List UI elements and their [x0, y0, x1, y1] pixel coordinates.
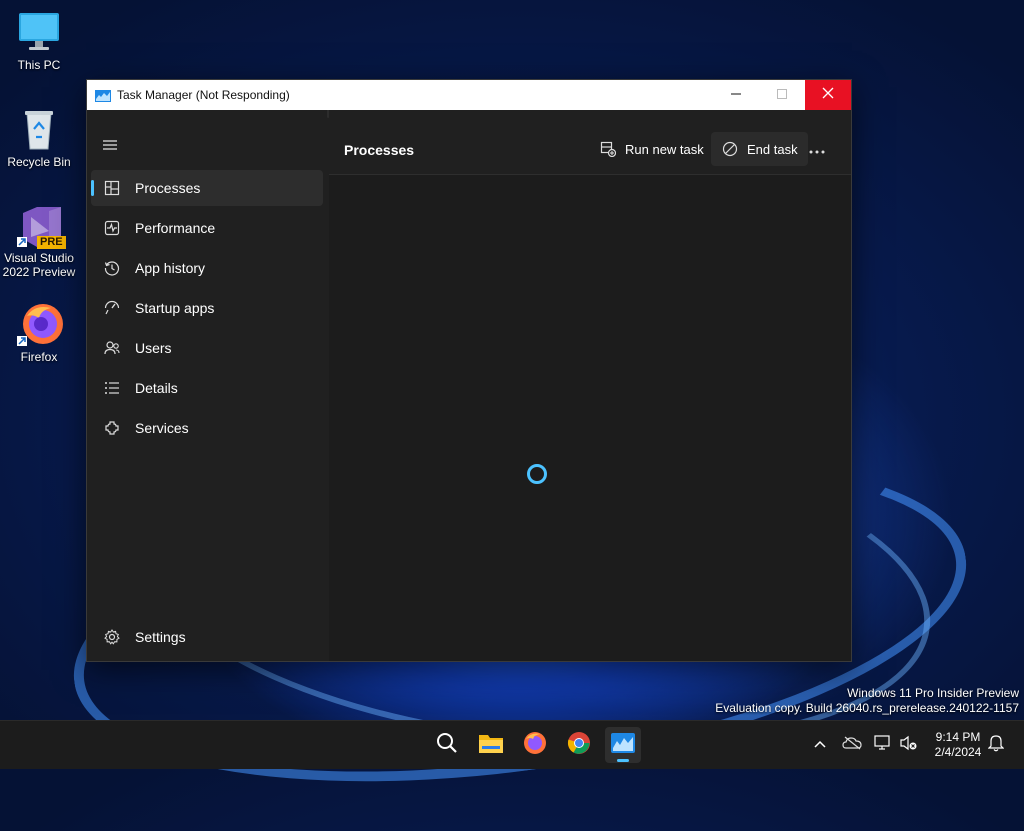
taskbar-firefox-button[interactable]	[517, 727, 553, 763]
loading-spinner-icon	[527, 464, 547, 484]
hamburger-menu-button[interactable]	[101, 138, 119, 152]
more-icon	[809, 142, 825, 157]
run-new-task-label: Run new task	[625, 141, 704, 157]
details-icon	[103, 379, 121, 397]
taskbar-task-manager-button[interactable]	[605, 727, 641, 763]
sidebar-item-performance[interactable]: Performance	[91, 210, 323, 246]
task-manager-window: Task Manager (Not Responding) Processes …	[86, 79, 852, 662]
command-bar: Processes Run new task End task	[329, 110, 851, 175]
sidebar-item-settings[interactable]: Settings	[91, 619, 323, 655]
search-icon	[435, 731, 459, 760]
sidebar-item-label: Users	[135, 340, 172, 356]
users-icon	[103, 339, 121, 357]
firefox-icon	[17, 302, 63, 346]
sidebar-item-services[interactable]: Services	[91, 410, 323, 446]
main-content: Processes Run new task End task	[329, 110, 851, 661]
minimize-icon	[731, 86, 741, 104]
more-options-button[interactable]	[803, 132, 831, 166]
volume-muted-icon	[900, 735, 918, 756]
sidebar-item-users[interactable]: Users	[91, 330, 323, 366]
recycle-bin-icon	[17, 107, 61, 151]
watermark-line: Evaluation copy. Build 26040.rs_prerelea…	[715, 701, 1019, 715]
onedrive-tray-button[interactable]	[842, 735, 862, 755]
window-title: Task Manager (Not Responding)	[117, 88, 290, 102]
maximize-button	[759, 80, 805, 110]
hamburger-icon	[103, 140, 117, 150]
sidebar-item-label: Startup apps	[135, 300, 215, 316]
desktop-icon-label: Firefox	[20, 350, 58, 364]
sidebar-item-label: Settings	[135, 629, 186, 645]
run-new-task-icon	[599, 140, 617, 158]
taskbar: 9:14 PM 2/4/2024	[0, 720, 1024, 769]
close-button[interactable]	[805, 80, 851, 110]
file-explorer-icon	[478, 732, 504, 759]
performance-icon	[103, 219, 121, 237]
sidebar-item-startup-apps[interactable]: Startup apps	[91, 290, 323, 326]
network-tray-button[interactable]	[873, 734, 893, 756]
close-icon	[822, 86, 834, 104]
onedrive-icon	[842, 736, 862, 755]
desktop-icon-label: Recycle Bin	[7, 155, 71, 169]
sidebar-item-label: Details	[135, 380, 178, 396]
end-task-label: End task	[747, 141, 798, 157]
taskbar-file-explorer-button[interactable]	[473, 727, 509, 763]
notification-icon	[987, 734, 1005, 757]
startup-apps-icon	[103, 299, 121, 317]
desktop-icon-label: This PC	[17, 58, 61, 72]
gear-icon	[103, 628, 121, 646]
active-indicator	[91, 180, 94, 196]
chrome-icon	[567, 731, 591, 760]
desktop-icon-visual-studio[interactable]: PRE Visual Studio 2022 Preview	[1, 203, 77, 279]
title-bar[interactable]: Task Manager (Not Responding)	[87, 80, 851, 110]
sidebar-item-app-history[interactable]: App history	[91, 250, 323, 286]
taskbar-search-button[interactable]	[429, 727, 465, 763]
services-icon	[103, 419, 121, 437]
task-manager-icon	[95, 89, 111, 102]
clock-time: 9:14 PM	[935, 730, 981, 744]
taskbar-chrome-button[interactable]	[561, 727, 597, 763]
task-manager-icon	[611, 732, 635, 758]
desktop-icon-recycle-bin[interactable]: Recycle Bin	[1, 107, 77, 169]
watermark-line: Windows 11 Pro Insider Preview	[847, 686, 1019, 700]
windows-watermark: Windows 11 Pro Insider Preview Evaluatio…	[715, 686, 1019, 716]
notification-button[interactable]	[986, 734, 1006, 757]
minimize-button[interactable]	[713, 80, 759, 110]
visual-studio-icon: PRE	[17, 203, 66, 249]
page-title: Processes	[344, 142, 415, 158]
end-task-icon	[721, 140, 739, 158]
network-icon	[874, 734, 892, 756]
clock-date: 2/4/2024	[934, 745, 982, 759]
chevron-up-icon	[813, 736, 827, 754]
app-history-icon	[103, 259, 121, 277]
sidebar: Processes Performance App history Startu…	[87, 110, 327, 661]
taskbar-clock[interactable]: 9:14 PM 2/4/2024	[926, 730, 990, 760]
sidebar-item-label: Performance	[135, 220, 216, 236]
firefox-icon	[523, 731, 547, 760]
show-hidden-icons-button[interactable]	[810, 735, 830, 755]
sidebar-item-label: App history	[135, 260, 206, 276]
desktop-icon-label: Visual Studio	[4, 251, 74, 265]
run-new-task-button[interactable]: Run new task	[591, 132, 712, 166]
sidebar-item-label: Services	[135, 420, 189, 436]
maximize-icon	[777, 86, 787, 104]
processes-icon	[103, 179, 121, 197]
desktop-icon-this-pc[interactable]: This PC	[1, 10, 77, 72]
desktop-icon-firefox[interactable]: Firefox	[1, 302, 77, 364]
end-task-button[interactable]: End task	[711, 132, 808, 166]
pre-badge: PRE	[37, 236, 66, 249]
sidebar-item-details[interactable]: Details	[91, 370, 323, 406]
sidebar-item-processes[interactable]: Processes	[91, 170, 323, 206]
desktop-icon-label: 2022 Preview	[2, 265, 76, 279]
sidebar-item-label: Processes	[135, 180, 201, 196]
monitor-icon	[17, 10, 61, 54]
active-app-indicator	[617, 759, 629, 762]
volume-tray-button[interactable]	[899, 735, 919, 755]
